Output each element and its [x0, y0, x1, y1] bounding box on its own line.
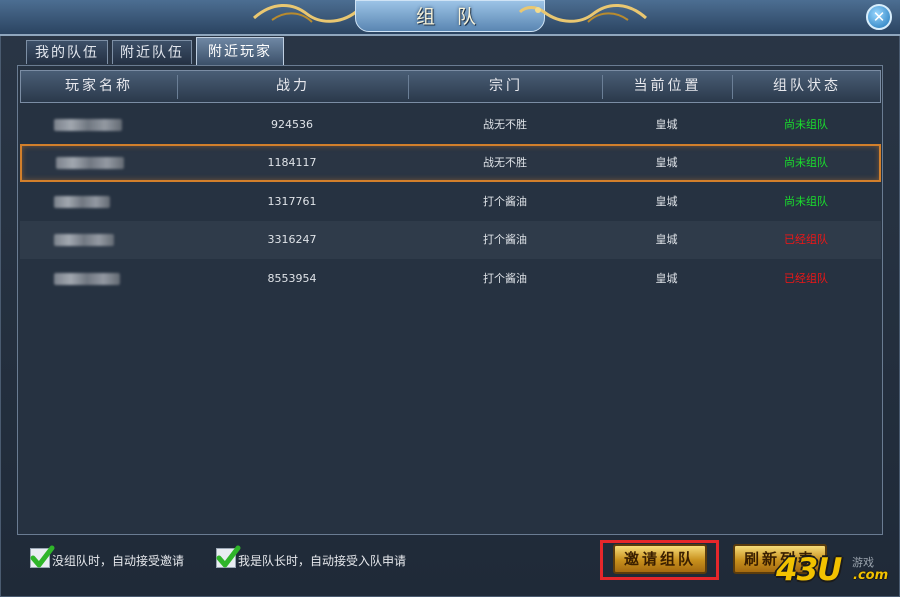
auto-accept-join-label[interactable]: 我是队长时，自动接受入队申请	[238, 552, 406, 569]
team-status: 尚未组队	[784, 156, 828, 169]
column-header-power[interactable]: 战力	[178, 71, 408, 102]
player-name-blurred	[54, 234, 114, 246]
player-power: 8553954	[267, 272, 317, 285]
watermark-domain: .com	[853, 568, 889, 583]
player-name-blurred	[54, 119, 122, 131]
player-location: 皇城	[655, 156, 678, 169]
player-sect: 打个酱油	[483, 272, 527, 285]
auto-accept-invite-label[interactable]: 没组队时，自动接受邀请	[52, 552, 184, 569]
player-name-blurred	[56, 157, 124, 169]
close-button[interactable]: ✕	[866, 4, 892, 30]
column-header-name[interactable]: 玩家名称	[21, 71, 177, 102]
table-row[interactable]: 8553954 打个酱油 皇城 已经组队	[20, 260, 881, 298]
player-power: 3316247	[267, 233, 317, 246]
window-title: 组 队	[415, 6, 485, 28]
column-header-location[interactable]: 当前位置	[603, 71, 732, 102]
player-power: 1184117	[267, 156, 317, 169]
player-sect: 战无不胜	[483, 118, 527, 131]
column-header-sect[interactable]: 宗门	[409, 71, 603, 102]
player-name-blurred	[54, 196, 110, 208]
player-sect: 打个酱油	[483, 195, 527, 208]
site-watermark-logo: 43U 游戏 .com	[776, 552, 900, 592]
player-sect: 打个酱油	[483, 233, 527, 246]
dragon-ornament-right	[518, 4, 647, 23]
player-power: 1317761	[267, 195, 317, 208]
auto-accept-join-checkbox[interactable]	[216, 545, 241, 568]
player-location: 皇城	[655, 272, 678, 285]
player-power: 924536	[271, 118, 313, 131]
auto-accept-invite-checkbox[interactable]	[30, 545, 55, 568]
player-name-blurred	[54, 273, 120, 285]
invite-team-button[interactable]: 邀请组队	[613, 544, 707, 574]
table-header: 玩家名称 战力 宗门 当前位置 组队状态	[20, 70, 881, 103]
watermark-brand: 43U	[776, 552, 842, 588]
close-icon: ✕	[872, 8, 886, 26]
column-header-status[interactable]: 组队状态	[733, 71, 881, 102]
player-location: 皇城	[655, 195, 678, 208]
table-row[interactable]: 924536 战无不胜 皇城 尚未组队	[20, 106, 881, 144]
player-location: 皇城	[655, 118, 678, 131]
team-status: 尚未组队	[784, 195, 828, 208]
table-row-selected[interactable]: 1184117 战无不胜 皇城 尚未组队	[20, 144, 881, 182]
team-status: 已经组队	[784, 233, 828, 246]
table-row[interactable]: 1317761 打个酱油 皇城 尚未组队	[20, 183, 881, 221]
tab-nearby-teams[interactable]: 附近队伍	[112, 40, 192, 64]
tab-my-team[interactable]: 我的队伍	[26, 40, 108, 64]
player-sect: 战无不胜	[483, 156, 527, 169]
team-status: 尚未组队	[784, 118, 828, 131]
player-location: 皇城	[655, 233, 678, 246]
team-status: 已经组队	[784, 272, 828, 285]
tab-nearby-players[interactable]: 附近玩家	[196, 37, 284, 65]
table-row[interactable]: 3316247 打个酱油 皇城 已经组队	[20, 221, 881, 259]
